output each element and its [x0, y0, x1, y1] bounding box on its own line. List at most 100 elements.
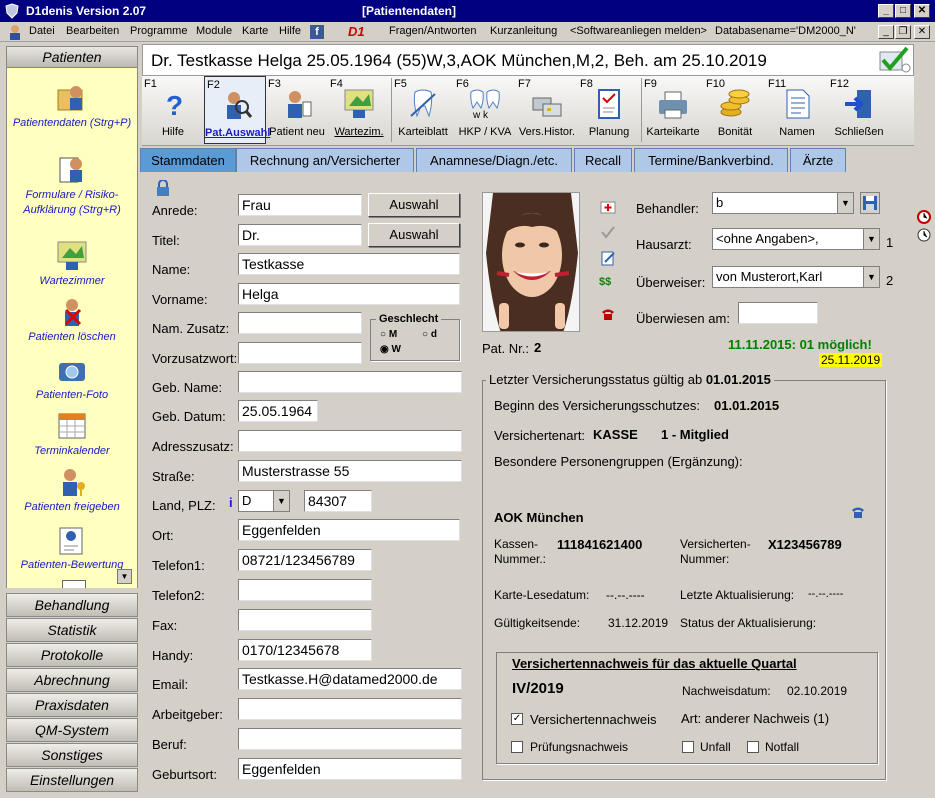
- sidebar-item-patienten-loeschen[interactable]: Patienten löschen: [7, 296, 137, 345]
- strasse-field[interactable]: Musterstrasse 55: [238, 460, 462, 482]
- toolbar-bonitaet-button[interactable]: F10 Bonität: [704, 76, 766, 144]
- geburtsort-field[interactable]: Eggenfelden: [238, 758, 462, 780]
- toolbar-hilfe-button[interactable]: F1 ? Hilfe: [142, 76, 204, 144]
- sidebar-scroll-down-button[interactable]: ▼: [117, 569, 132, 584]
- menu-bearbeiten[interactable]: Bearbeiten: [66, 25, 119, 37]
- ort-field[interactable]: Eggenfelden: [238, 519, 460, 541]
- first-aid-icon[interactable]: [600, 199, 616, 215]
- namzusatz-field[interactable]: [238, 312, 362, 334]
- info-icon[interactable]: i: [229, 495, 233, 510]
- sidebar-section-statistik[interactable]: Statistik: [6, 618, 138, 642]
- menu-karte[interactable]: Karte: [242, 25, 268, 37]
- facebook-icon[interactable]: f: [310, 25, 324, 39]
- titel-field[interactable]: Dr.: [238, 224, 362, 246]
- hausarzt-select[interactable]: <ohne Angaben>, ▼: [712, 228, 880, 250]
- menu-kurzanleitung[interactable]: Kurzanleitung: [490, 25, 557, 37]
- fax-field[interactable]: [238, 609, 372, 631]
- sidebar-item-formulare[interactable]: Formulare / Risiko-Aufklärung (Strg+R): [7, 154, 137, 218]
- tab-termine[interactable]: Termine/Bankverbind.: [634, 148, 788, 173]
- sidebar-section-qm-system[interactable]: QM-System: [6, 718, 138, 742]
- gender-radio-w[interactable]: ◉ W: [380, 344, 401, 355]
- sidebar-item-patienten-freigeben[interactable]: Patienten freigeben: [7, 466, 137, 515]
- behandler-select[interactable]: b ▼: [712, 192, 854, 214]
- maximize-button[interactable]: □: [895, 4, 911, 18]
- child-minimize-button[interactable]: _: [878, 25, 894, 39]
- tab-stammdaten[interactable]: Stammdaten: [140, 148, 236, 173]
- land-select[interactable]: D ▼: [238, 490, 290, 512]
- sidebar-section-sonstiges[interactable]: Sonstiges: [6, 743, 138, 767]
- gender-radio-d[interactable]: ○ d: [422, 329, 437, 340]
- telefon2-field[interactable]: [238, 579, 372, 601]
- vorname-field[interactable]: Helga: [238, 283, 460, 305]
- toolbar-planung-button[interactable]: F8 Planung: [578, 76, 640, 144]
- plz-field[interactable]: 84307: [304, 490, 372, 512]
- sidebar-section-protokolle[interactable]: Protokolle: [6, 643, 138, 667]
- beruf-field[interactable]: [238, 728, 462, 750]
- sidebar-section-einstellungen[interactable]: Einstellungen: [6, 768, 138, 792]
- money-icon[interactable]: $$: [599, 276, 615, 292]
- vorzusatz-field[interactable]: [238, 342, 362, 364]
- check-status-icon[interactable]: [879, 46, 911, 74]
- notfall-checkbox[interactable]: [747, 741, 759, 753]
- checkmark-icon[interactable]: [600, 224, 616, 240]
- toolbar-namen-button[interactable]: F11 Namen: [766, 76, 828, 144]
- sidebar-item-patientendaten[interactable]: Patientendaten (Strg+P): [7, 82, 137, 131]
- titel-auswahl-button[interactable]: Auswahl: [368, 223, 460, 247]
- menu-softwareanliegen[interactable]: <Softwareanliegen melden>: [570, 25, 707, 37]
- sidebar-section-praxisdaten[interactable]: Praxisdaten: [6, 693, 138, 717]
- child-close-button[interactable]: ✕: [914, 25, 930, 39]
- save-icon[interactable]: [860, 192, 880, 214]
- sidebar-item-wartezimmer[interactable]: Wartezimmer: [7, 240, 137, 289]
- email-field[interactable]: Testkasse.H@datamed2000.de: [238, 668, 462, 690]
- toolbar-schliessen-button[interactable]: F12 Schließen: [828, 76, 890, 144]
- toolbar-patient-neu-button[interactable]: F3 Patient neu: [266, 76, 328, 144]
- chevron-down-icon[interactable]: ▼: [863, 267, 879, 287]
- lock-icon[interactable]: [156, 179, 170, 196]
- telefon1-field[interactable]: 08721/123456789: [238, 549, 372, 571]
- chevron-down-icon[interactable]: ▼: [837, 193, 853, 213]
- menu-hilfe[interactable]: Hilfe: [279, 25, 301, 37]
- chevron-down-icon[interactable]: ▼: [863, 229, 879, 249]
- adresszusatz-field[interactable]: [238, 430, 462, 452]
- timer-icon[interactable]: [916, 226, 932, 242]
- anrede-field[interactable]: Frau: [238, 194, 362, 216]
- gebdatum-field[interactable]: 25.05.1964: [238, 400, 318, 422]
- toolbar-pat-auswahl-button[interactable]: F2 Pat.Auswahl: [204, 76, 270, 144]
- chevron-down-icon[interactable]: ▼: [273, 491, 289, 511]
- tab-recall[interactable]: Recall: [574, 148, 632, 173]
- minimize-button[interactable]: _: [878, 4, 894, 18]
- toolbar-karteikarte-button[interactable]: F9 Karteikarte: [642, 76, 704, 144]
- edit-note-icon[interactable]: [600, 250, 616, 266]
- phone-red-icon[interactable]: [600, 306, 616, 322]
- sidebar-item-terminkalender[interactable]: Terminkalender: [7, 410, 137, 459]
- sidebar-item-patienten-foto[interactable]: Patienten-Foto: [7, 354, 137, 403]
- d1-logo[interactable]: D1: [348, 24, 365, 39]
- menu-datei[interactable]: Datei: [29, 25, 55, 37]
- ueberweiser-select[interactable]: von Musterort,Karl ▼: [712, 266, 880, 288]
- toolbar-vers-histor-button[interactable]: F7 Vers.Histor.: [516, 76, 578, 144]
- sidebar-header-patienten[interactable]: Patienten: [6, 46, 138, 68]
- sidebar-item-patienten-bewertung[interactable]: Patienten-Bewertung: [7, 524, 137, 573]
- ueberwiesen-field[interactable]: [738, 302, 818, 324]
- alarm-clock-icon[interactable]: [916, 208, 932, 224]
- menu-programme[interactable]: Programme: [130, 25, 187, 37]
- phone-icon[interactable]: [850, 504, 866, 520]
- patient-photo[interactable]: [482, 192, 580, 332]
- gender-radio-m[interactable]: ○ M: [380, 329, 397, 340]
- versichertennachweis-checkbox[interactable]: ✓: [511, 713, 523, 725]
- anrede-auswahl-button[interactable]: Auswahl: [368, 193, 460, 217]
- toolbar-wartezim-button[interactable]: F4 Wartezim.: [328, 76, 390, 144]
- toolbar-hkp-kva-button[interactable]: F6 w k HKP / KVA: [454, 76, 516, 144]
- sidebar-section-abrechnung[interactable]: Abrechnung: [6, 668, 138, 692]
- tab-anamnese[interactable]: Anamnese/Diagn./etc.: [416, 148, 572, 173]
- menu-module[interactable]: Module: [196, 25, 232, 37]
- child-restore-button[interactable]: ❐: [895, 25, 911, 39]
- tab-aerzte[interactable]: Ärzte: [790, 148, 846, 173]
- sidebar-section-behandlung[interactable]: Behandlung: [6, 593, 138, 617]
- unfall-checkbox[interactable]: [682, 741, 694, 753]
- close-button[interactable]: ✕: [914, 4, 930, 18]
- gebname-field[interactable]: [238, 371, 462, 393]
- pruefungsnachweis-checkbox[interactable]: [511, 741, 523, 753]
- tab-rechnung[interactable]: Rechnung an/Versicherter: [236, 148, 414, 173]
- toolbar-karteiblatt-button[interactable]: F5 Karteiblatt: [392, 76, 454, 144]
